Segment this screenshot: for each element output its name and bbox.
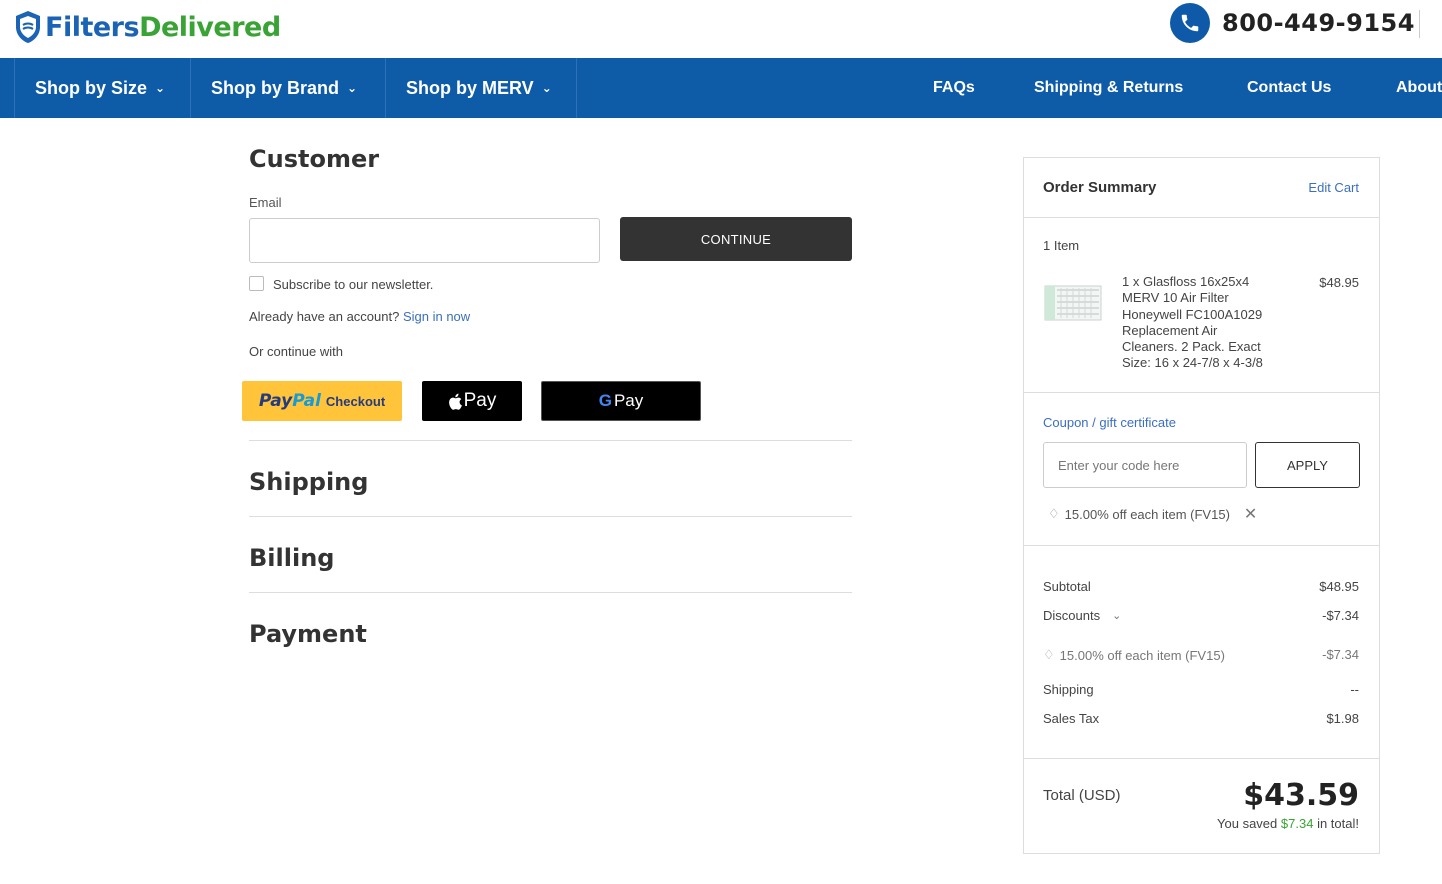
google-pay-text: Pay [613, 391, 644, 410]
apply-coupon-button[interactable]: APPLY [1255, 442, 1360, 488]
coupon-code-input[interactable]: Enter your code here [1043, 442, 1247, 488]
summary-divider [1024, 217, 1379, 218]
chevron-down-icon: ⌄ [1112, 610, 1122, 622]
discounts-toggle[interactable]: Discounts ⌄ [1043, 608, 1121, 623]
shipping-label: Shipping [1043, 682, 1094, 697]
billing-step-title: Billing [249, 544, 335, 572]
continue-button[interactable]: CONTINUE [620, 217, 852, 261]
discounts-label: Discounts [1043, 608, 1101, 623]
payment-step-title: Payment [249, 620, 367, 648]
newsletter-checkbox[interactable] [249, 276, 264, 291]
nav-shipping-returns[interactable]: Shipping & Returns [1034, 58, 1183, 118]
product-line: Honeywell FC100A1029 [1122, 306, 1263, 322]
remove-coupon-icon[interactable]: ✕ [1244, 504, 1257, 524]
apple-icon [448, 393, 462, 410]
site-logo[interactable]: FiltersDelivered [14, 8, 281, 46]
discounts-value: -$7.34 [1322, 608, 1359, 623]
subtotal-label: Subtotal [1043, 579, 1091, 594]
nav-shop-by-brand[interactable]: Shop by Brand ⌄ [191, 58, 386, 118]
chevron-down-icon: ⌄ [541, 81, 552, 95]
tag-icon: ♢ [1048, 506, 1060, 521]
sign-in-link[interactable]: Sign in now [403, 309, 470, 324]
total-label: Total (USD) [1043, 787, 1121, 804]
product-description[interactable]: 1 x Glasfloss 16x25x4 MERV 10 Air Filter… [1122, 274, 1302, 372]
order-summary-panel: Order Summary Edit Cart 1 Item 1 x Glasf… [1023, 157, 1380, 854]
summary-divider [1024, 392, 1379, 393]
nav-shop-by-size[interactable]: Shop by Size ⌄ [15, 58, 191, 118]
paypal-checkout-button[interactable]: Pay Pal Checkout [242, 381, 402, 421]
main-nav: Shop by Size ⌄ Shop by Brand ⌄ Shop by MER… [0, 58, 1442, 118]
discount-detail-label: 15.00% off each item (FV15) [1059, 647, 1225, 663]
section-divider [249, 516, 852, 517]
nav-shop-by-merv[interactable]: Shop by MERV ⌄ [386, 58, 577, 118]
phone-contact[interactable]: 800-449-9154 [1170, 3, 1415, 43]
nav-label: Shop by MERV [406, 77, 534, 98]
logo-text-delivered: Delivered [139, 11, 281, 43]
chevron-down-icon: ⌄ [347, 81, 358, 95]
summary-divider [1024, 758, 1379, 759]
shipping-value: -- [1350, 682, 1359, 697]
coupon-link[interactable]: Coupon / gift certificate [1043, 415, 1176, 430]
or-continue-label: Or continue with [249, 344, 343, 359]
phone-number[interactable]: 800-449-9154 [1222, 9, 1415, 37]
total-value: $43.59 [1243, 778, 1359, 813]
shield-logo-icon [16, 11, 40, 43]
account-prompt-text: Already have an account? [249, 309, 400, 324]
applied-coupon: ♢ 15.00% off each item (FV15) ✕ [1048, 504, 1257, 524]
paypal-checkout-text: Checkout [325, 393, 386, 409]
order-summary-title: Order Summary [1043, 179, 1157, 196]
customer-title: Customer [249, 145, 380, 173]
paypal-logo-pay: Pay [258, 391, 293, 411]
logo-text-filters: Filters [45, 11, 140, 43]
product-line: Size: 16 x 24-7/8 x 4-3/8 [1122, 355, 1263, 371]
item-count: 1 Item [1043, 238, 1080, 253]
product-line: Cleaners. 2 Pack. Exact [1122, 339, 1261, 355]
nav-about[interactable]: About [1396, 58, 1442, 118]
email-field[interactable] [249, 218, 600, 263]
chevron-down-icon: ⌄ [155, 81, 166, 95]
edit-cart-link[interactable]: Edit Cart [1308, 180, 1359, 195]
nav-label: Shop by Size [35, 77, 148, 98]
savings-note: You saved $7.34 in total! [1217, 816, 1359, 831]
discount-detail-value: -$7.34 [1322, 647, 1359, 662]
summary-divider [1024, 545, 1379, 546]
subtotal-value: $48.95 [1319, 579, 1359, 594]
product-line: Replacement Air [1122, 322, 1218, 338]
applied-coupon-text: 15.00% off each item (FV15) [1064, 506, 1230, 522]
google-pay-button[interactable]: G Pay [541, 381, 701, 421]
nav-faqs[interactable]: FAQs [933, 58, 975, 118]
header-divider [1419, 10, 1420, 38]
newsletter-label: Subscribe to our newsletter. [273, 277, 434, 292]
email-label: Email [249, 195, 282, 210]
savings-amount: $7.34 [1280, 816, 1314, 831]
shipping-step-title: Shipping [249, 468, 369, 496]
nav-label: Shop by Brand [211, 77, 340, 98]
discount-detail: ♢ 15.00% off each item (FV15) [1043, 647, 1225, 663]
section-divider [249, 440, 852, 441]
tag-icon: ♢ [1043, 647, 1055, 662]
savings-prefix: You saved [1217, 816, 1278, 831]
savings-suffix: in total! [1317, 816, 1359, 831]
google-g-icon: G [598, 391, 612, 410]
product-thumbnail[interactable] [1043, 280, 1103, 326]
apple-pay-text: Pay [463, 390, 497, 411]
sales-tax-label: Sales Tax [1043, 711, 1100, 726]
top-header: FiltersDelivered 800-449-9154 [0, 0, 1442, 58]
item-price: $48.95 [1319, 275, 1359, 290]
product-line: MERV 10 Air Filter [1122, 290, 1229, 306]
apple-pay-button[interactable]: Pay [422, 381, 522, 421]
phone-icon [1170, 3, 1210, 43]
air-filter-image [1044, 285, 1102, 321]
nav-contact-us[interactable]: Contact Us [1247, 58, 1331, 118]
product-line: 1 x Glasfloss 16x25x4 [1122, 274, 1250, 289]
paypal-logo-pal: Pal [292, 391, 321, 411]
sales-tax-value: $1.98 [1326, 711, 1359, 726]
account-prompt: Already have an account? Sign in now [249, 309, 470, 324]
section-divider [249, 592, 852, 593]
